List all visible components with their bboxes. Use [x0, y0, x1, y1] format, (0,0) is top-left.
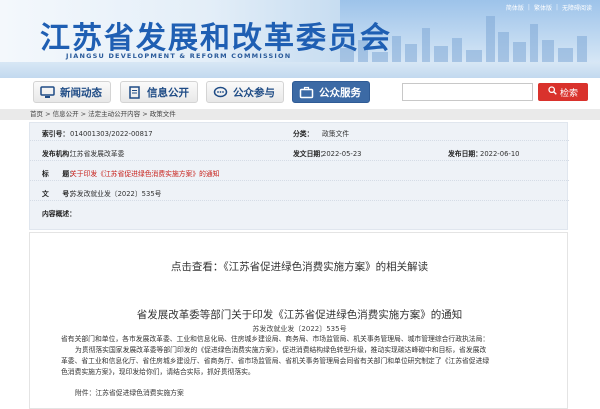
page: 简体版 | 繁体版 | 无障碍阅读 江苏省发展和改革委员会 JIANGSU DE…	[0, 0, 600, 409]
org-value: 江苏省发展改革委	[70, 150, 125, 158]
nav-info-public[interactable]: 信息公开	[120, 81, 198, 103]
briefcase-icon	[299, 86, 314, 99]
article-title: 省发展改革委等部门关于印发《江苏省促进绿色消费实施方案》的通知	[136, 309, 463, 321]
article-line: 为贯彻落实国家发展改革委等部门印发的《促进绿色消费实施方案》，促进消费结构绿色转…	[75, 346, 487, 354]
article-line: 革委、省工业和信息化厅、省住房城乡建设厅、省商务厅、省市场监管局、省机关事务管理…	[61, 357, 490, 365]
search-icon	[548, 86, 557, 98]
article-doc-number: 苏发改就业发〔2022〕535号	[252, 325, 347, 333]
chat-icon	[213, 86, 228, 99]
category-value: 政策文件	[322, 130, 350, 138]
info-row-index: 索引号： 014001303/2022-00817 分类： 政策文件	[30, 127, 569, 141]
link-accessibility[interactable]: 无障碍阅读	[562, 3, 592, 12]
search-button-label: 检索	[559, 88, 578, 99]
index-label: 索引号：	[42, 130, 70, 138]
top-link-separator: |	[527, 4, 530, 11]
nav-participation[interactable]: 公众参与	[206, 81, 284, 103]
summary-label: 内容概述：	[42, 210, 76, 218]
header-banner: 简体版 | 繁体版 | 无障碍阅读 江苏省发展和改革委员会 JIANGSU DE…	[0, 0, 600, 78]
search-input[interactable]	[402, 83, 533, 101]
article-line: 色消费实施方案》，现印发给你们，请结合实际，抓好贯彻落实。	[61, 368, 255, 376]
index-value: 014001303/2022-00817	[70, 130, 153, 138]
nav-news[interactable]: 新闻动态	[33, 81, 111, 103]
nav-news-label: 新闻动态	[60, 86, 102, 99]
nav-public-service-label: 公众服务	[319, 86, 361, 99]
category-label: 分类：	[293, 130, 314, 138]
article-body: 点击查看：《江苏省促进绿色消费实施方案》的相关解读 省发展改革委等部门关于印发《…	[29, 232, 568, 409]
nav-info-public-label: 信息公开	[147, 86, 189, 99]
link-traditional[interactable]: 繁体版	[534, 3, 552, 12]
pub-date-value: 2022-05-23	[322, 150, 362, 158]
banner-lake	[0, 62, 600, 78]
article-line: 省有关部门和单位，各市发展改革委、工业和信息化局、住房城乡建设局、商务局、市场监…	[61, 335, 490, 343]
release-date-label: 发布日期：	[448, 150, 482, 158]
search-button[interactable]: 检索	[538, 83, 588, 101]
document-info-table: 索引号： 014001303/2022-00817 分类： 政策文件 发布机构：…	[29, 122, 569, 230]
link-simplified[interactable]: 简体版	[506, 3, 524, 12]
site-subtitle: JIANGSU DEVELOPMENT & REFORM COMMISSION	[66, 52, 292, 60]
info-row-summary: 内容概述：	[30, 207, 569, 221]
top-links: 简体版 | 繁体版 | 无障碍阅读	[506, 3, 592, 12]
attachment-link[interactable]: 附件：江苏省促进绿色消费实施方案	[75, 388, 184, 399]
info-row-org: 发布机构： 江苏省发展改革委 发文日期： 2022-05-23 发布日期： 20…	[30, 147, 569, 161]
title-value: 关于印发《江苏省促进绿色消费实施方案》的通知	[70, 170, 220, 178]
breadcrumb: 首页 > 信息公开 > 法定主动公开内容 > 政策文件	[0, 109, 600, 120]
monitor-icon	[40, 85, 55, 99]
nav-public-service[interactable]: 公众服务	[292, 81, 370, 103]
interpretation-link[interactable]: 点击查看：《江苏省促进绿色消费实施方案》的相关解读	[30, 259, 569, 274]
release-date-value: 2022-06-10	[480, 150, 520, 158]
top-link-separator: |	[555, 4, 558, 11]
info-row-title: 标 题： 关于印发《江苏省促进绿色消费实施方案》的通知	[30, 167, 569, 181]
site-title: 江苏省发展和改革委员会	[40, 21, 392, 56]
info-row-doc-number: 文 号： 苏发改就业发〔2022〕535号	[30, 187, 569, 201]
doc-number-value: 苏发改就业发〔2022〕535号	[70, 190, 162, 198]
nav-participation-label: 公众参与	[233, 86, 275, 99]
main-nav: 新闻动态 信息公开 公众参与 公众服务 检索	[0, 78, 600, 108]
document-icon	[127, 85, 142, 99]
